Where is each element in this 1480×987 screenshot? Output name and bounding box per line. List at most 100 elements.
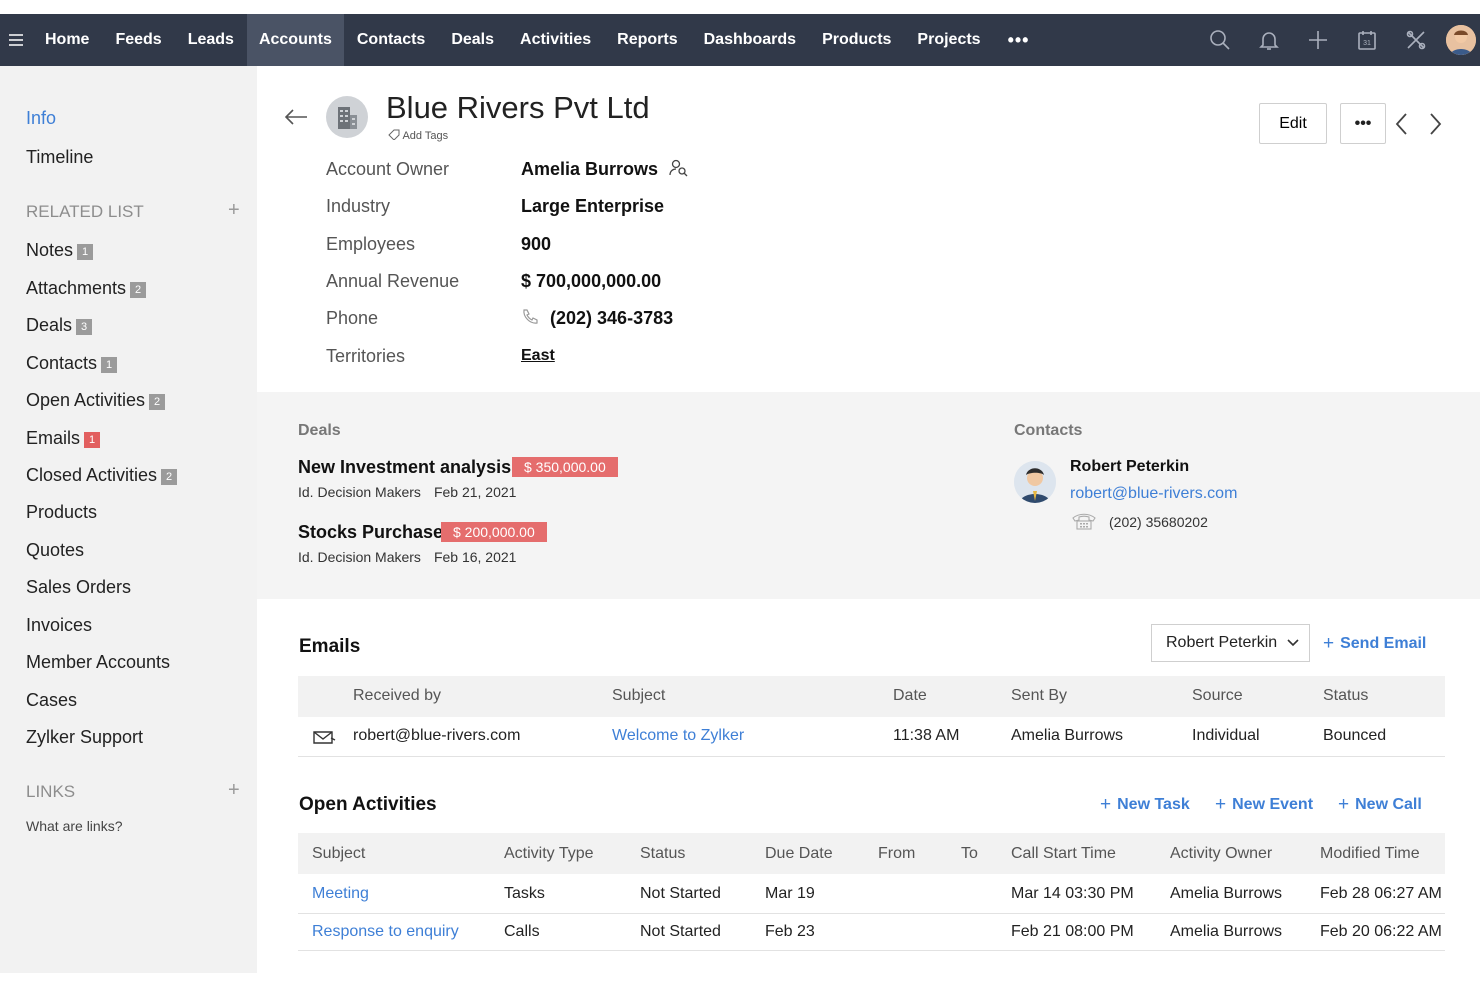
new-event-button[interactable]: + New Event — [1215, 793, 1313, 815]
add-tags-link[interactable]: Add Tags — [388, 129, 448, 142]
sidebar-item-timeline[interactable]: Timeline — [26, 147, 93, 168]
search-icon[interactable] — [1195, 14, 1244, 66]
column-header[interactable]: To — [961, 845, 978, 863]
nav-contacts[interactable]: Contacts — [344, 14, 438, 66]
column-header[interactable]: Due Date — [765, 845, 833, 863]
field-value-account-owner: Amelia Burrows — [521, 159, 689, 180]
sidebar-item-sales-orders[interactable]: Sales Orders — [26, 577, 131, 598]
email-contact-select[interactable]: Robert Peterkin — [1151, 624, 1310, 662]
activity-type: Tasks — [504, 885, 545, 902]
new-task-button[interactable]: + New Task — [1100, 793, 1190, 815]
links-help-link[interactable]: What are links? — [26, 818, 122, 834]
email-status: Bounced — [1323, 727, 1387, 744]
telephone-icon — [1071, 512, 1097, 535]
related-list-add-icon[interactable]: + — [228, 199, 240, 222]
sidebar-item-quotes[interactable]: Quotes — [26, 540, 84, 561]
send-email-button[interactable]: + Send Email — [1323, 632, 1426, 654]
more-actions-button[interactable]: ••• — [1340, 103, 1386, 144]
field-label-industry: Industry — [326, 196, 391, 216]
sidebar-item-closed-activities[interactable]: Closed Activities 2 — [26, 465, 178, 486]
sidebar-item-contacts[interactable]: Contacts 1 — [26, 353, 118, 374]
nav-activities[interactable]: Activities — [507, 14, 604, 66]
envelope-icon — [312, 729, 336, 750]
activity-subject-link[interactable]: Response to enquiry — [312, 923, 459, 941]
bell-icon[interactable] — [1244, 14, 1293, 66]
column-header[interactable]: Activity Owner — [1170, 845, 1272, 863]
nav-reports[interactable]: Reports — [604, 14, 690, 66]
previous-record-icon[interactable] — [1393, 112, 1411, 136]
sidebar-item-member-accounts[interactable]: Member Accounts — [26, 652, 170, 673]
contact-phone[interactable]: (202) 35680202 — [1109, 514, 1208, 530]
nav-projects[interactable]: Projects — [904, 14, 993, 66]
sidebar-item-cases[interactable]: Cases — [26, 690, 77, 711]
field-value-phone[interactable]: (202) 346-3783 — [521, 308, 673, 329]
sidebar-item-notes[interactable]: Notes 1 — [26, 240, 94, 261]
sidebar-item-invoices[interactable]: Invoices — [26, 615, 92, 636]
calendar-icon[interactable]: 31 — [1342, 14, 1391, 66]
activity-status: Not Started — [640, 923, 721, 940]
sidebar: Info Timeline RELATED LIST + Notes 1 Atta… — [0, 66, 257, 973]
svg-text:31: 31 — [1363, 40, 1371, 47]
nav-products[interactable]: Products — [809, 14, 904, 66]
contact-email-link[interactable]: robert@blue-rivers.com — [1070, 485, 1237, 503]
back-arrow-icon[interactable] — [283, 104, 309, 130]
count-badge: 1 — [101, 357, 118, 373]
count-badge: 1 — [77, 244, 94, 260]
column-header[interactable]: From — [878, 845, 915, 863]
sidebar-item-deals[interactable]: Deals 3 — [26, 315, 93, 336]
hamburger-menu-icon[interactable] — [0, 14, 32, 66]
activity-subject-link[interactable]: Meeting — [312, 885, 369, 903]
nav-accounts[interactable]: Accounts — [246, 14, 344, 66]
activity-due-date: Feb 23 — [765, 923, 815, 940]
tools-icon[interactable] — [1391, 14, 1440, 66]
plus-icon[interactable] — [1293, 14, 1342, 66]
column-header[interactable]: Activity Type — [504, 845, 594, 863]
edit-button[interactable]: Edit — [1259, 103, 1327, 144]
activity-due-date: Mar 19 — [765, 885, 815, 902]
field-value-employees: 900 — [521, 234, 552, 254]
deal-name[interactable]: Stocks Purchase — [298, 522, 443, 543]
field-label-phone: Phone — [326, 308, 379, 328]
sidebar-item-products[interactable]: Products — [26, 502, 97, 523]
email-subject-link[interactable]: Welcome to Zylker — [612, 727, 744, 745]
column-header[interactable]: Subject — [312, 845, 365, 863]
sidebar-item-info[interactable]: Info — [26, 108, 56, 129]
nav-feeds[interactable]: Feeds — [102, 14, 174, 66]
contact-name[interactable]: Robert Peterkin — [1070, 458, 1189, 476]
count-badge: 1 — [84, 432, 101, 448]
nav-home[interactable]: Home — [32, 14, 102, 66]
column-header[interactable]: Call Start Time — [1011, 845, 1116, 863]
column-header[interactable]: Date — [893, 687, 927, 705]
nav-leads[interactable]: Leads — [175, 14, 247, 66]
activity-modified: Feb 28 06:27 AM — [1320, 885, 1442, 902]
new-call-button[interactable]: + New Call — [1338, 793, 1422, 815]
account-title: Blue Rivers Pvt Ltd — [386, 90, 650, 125]
owner-lookup-icon[interactable] — [669, 159, 689, 177]
field-value-industry: Large Enterprise — [521, 196, 665, 216]
user-avatar[interactable] — [1446, 25, 1476, 55]
sidebar-item-open-activities[interactable]: Open Activities 2 — [26, 390, 166, 411]
nav-dashboards[interactable]: Dashboards — [691, 14, 809, 66]
column-header[interactable]: Source — [1192, 687, 1243, 705]
contacts-heading: Contacts — [1014, 422, 1083, 439]
next-record-icon[interactable] — [1426, 112, 1444, 136]
nav-more-button[interactable]: ••• — [994, 14, 1044, 66]
sidebar-item-emails[interactable]: Emails 1 — [26, 428, 101, 449]
sidebar-item-attachments[interactable]: Attachments 2 — [26, 278, 147, 299]
field-label-territories: Territories — [326, 346, 406, 366]
account-building-icon — [326, 96, 368, 138]
column-header[interactable]: Subject — [612, 687, 665, 705]
activity-modified: Feb 20 06:22 AM — [1320, 923, 1442, 940]
nav-deals[interactable]: Deals — [438, 14, 507, 66]
column-header[interactable]: Status — [640, 845, 685, 863]
field-value-territories[interactable]: East — [521, 347, 555, 365]
column-header[interactable]: Status — [1323, 687, 1368, 705]
column-header[interactable]: Modified Time — [1320, 845, 1420, 863]
contact-avatar — [1014, 461, 1056, 503]
column-header[interactable]: Sent By — [1011, 687, 1067, 705]
sidebar-item-zylker-support[interactable]: Zylker Support — [26, 727, 143, 748]
column-header[interactable]: Received by — [353, 687, 441, 705]
deal-name[interactable]: New Investment analysis — [298, 457, 511, 478]
links-add-icon[interactable]: + — [228, 779, 240, 802]
count-badge: 3 — [76, 319, 93, 335]
